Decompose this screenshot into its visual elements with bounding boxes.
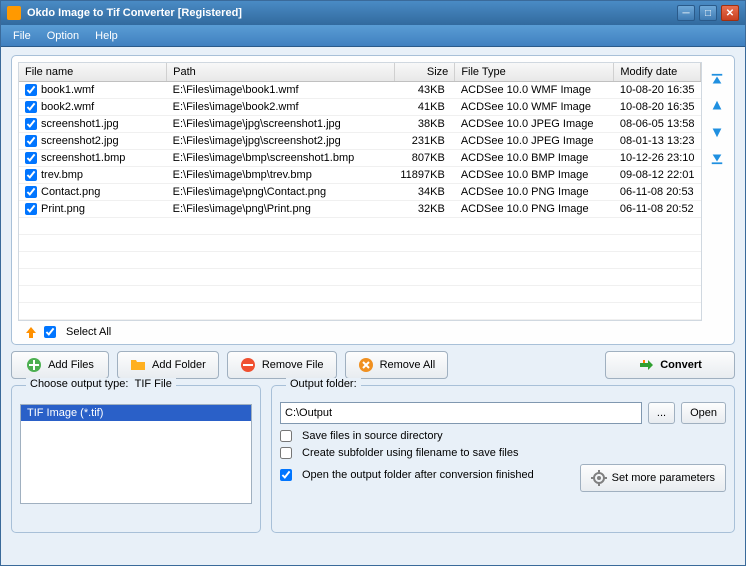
set-more-label: Set more parameters — [612, 472, 715, 484]
add-files-button[interactable]: Add Files — [11, 351, 109, 379]
table-row[interactable]: Contact.pngE:\Files\image\png\Contact.pn… — [19, 184, 701, 201]
move-bottom-button[interactable] — [709, 150, 725, 166]
row-checkbox[interactable] — [25, 135, 37, 147]
set-more-parameters-button[interactable]: Set more parameters — [580, 464, 726, 492]
col-header-name[interactable]: File name — [19, 63, 167, 82]
row-checkbox[interactable] — [25, 84, 37, 96]
window-title: Okdo Image to Tif Converter [Registered] — [27, 7, 677, 19]
create-subfolder-checkbox[interactable] — [280, 447, 292, 459]
browse-button[interactable]: ... — [648, 402, 675, 424]
gear-icon — [591, 470, 607, 486]
output-type-panel: Choose output type: TIF File TIF Image (… — [11, 385, 261, 533]
menubar: File Option Help — [1, 25, 745, 47]
add-icon — [26, 357, 42, 373]
convert-icon — [638, 357, 654, 373]
folder-icon — [130, 357, 146, 373]
select-all-checkbox[interactable] — [44, 326, 56, 338]
col-header-path[interactable]: Path — [167, 63, 395, 82]
reorder-buttons — [706, 62, 728, 321]
col-header-size[interactable]: Size — [394, 63, 454, 82]
remove-icon — [240, 357, 256, 373]
convert-label: Convert — [660, 359, 702, 371]
menu-help[interactable]: Help — [87, 27, 126, 45]
output-type-label: Choose output type: TIF File — [26, 378, 176, 390]
menu-option[interactable]: Option — [39, 27, 87, 45]
col-header-type[interactable]: File Type — [455, 63, 614, 82]
output-type-listbox[interactable]: TIF Image (*.tif) — [20, 404, 252, 504]
file-table[interactable]: File name Path Size File Type Modify dat… — [18, 62, 702, 321]
add-folder-label: Add Folder — [152, 359, 206, 371]
up-arrow-icon — [24, 325, 38, 339]
titlebar: Okdo Image to Tif Converter [Registered]… — [1, 1, 745, 25]
row-checkbox[interactable] — [25, 101, 37, 113]
open-folder-button[interactable]: Open — [681, 402, 726, 424]
row-checkbox[interactable] — [25, 203, 37, 215]
app-icon — [7, 6, 21, 20]
move-top-button[interactable] — [709, 72, 725, 88]
row-checkbox[interactable] — [25, 169, 37, 181]
add-folder-button[interactable]: Add Folder — [117, 351, 219, 379]
open-after-label: Open the output folder after conversion … — [302, 469, 534, 481]
table-row[interactable]: Print.pngE:\Files\image\png\Print.png32K… — [19, 201, 701, 218]
remove-all-icon — [358, 357, 374, 373]
output-folder-input[interactable] — [280, 402, 642, 424]
remove-file-label: Remove File — [262, 359, 324, 371]
save-source-checkbox[interactable] — [280, 430, 292, 442]
remove-file-button[interactable]: Remove File — [227, 351, 337, 379]
table-row[interactable]: screenshot2.jpgE:\Files\image\jpg\screen… — [19, 133, 701, 150]
file-list-panel: File name Path Size File Type Modify dat… — [11, 55, 735, 345]
table-row[interactable]: book1.wmfE:\Files\image\book1.wmf43KBACD… — [19, 82, 701, 99]
menu-file[interactable]: File — [5, 27, 39, 45]
output-folder-panel: Output folder: ... Open Save files in so… — [271, 385, 735, 533]
table-row[interactable]: trev.bmpE:\Files\image\bmp\trev.bmp11897… — [19, 167, 701, 184]
save-source-label: Save files in source directory — [302, 430, 443, 442]
table-row[interactable]: screenshot1.jpgE:\Files\image\jpg\screen… — [19, 116, 701, 133]
create-subfolder-label: Create subfolder using filename to save … — [302, 447, 518, 459]
add-files-label: Add Files — [48, 359, 94, 371]
close-button[interactable]: ✕ — [721, 5, 739, 21]
table-row[interactable]: book2.wmfE:\Files\image\book2.wmf41KBACD… — [19, 99, 701, 116]
bottom-row: Choose output type: TIF File TIF Image (… — [11, 385, 735, 557]
move-up-button[interactable] — [709, 98, 725, 114]
open-after-checkbox[interactable] — [280, 469, 292, 481]
content-area: File name Path Size File Type Modify dat… — [1, 47, 745, 565]
table-row[interactable]: screenshot1.bmpE:\Files\image\bmp\screen… — [19, 150, 701, 167]
col-header-date[interactable]: Modify date — [614, 63, 701, 82]
main-window: Okdo Image to Tif Converter [Registered]… — [0, 0, 746, 566]
row-checkbox[interactable] — [25, 186, 37, 198]
maximize-button[interactable]: □ — [699, 5, 717, 21]
output-folder-label: Output folder: — [286, 378, 361, 390]
action-row: Add Files Add Folder Remove File Remove … — [11, 351, 735, 379]
convert-button[interactable]: Convert — [605, 351, 735, 379]
output-type-option[interactable]: TIF Image (*.tif) — [21, 405, 251, 421]
row-checkbox[interactable] — [25, 118, 37, 130]
remove-all-label: Remove All — [380, 359, 436, 371]
move-down-button[interactable] — [709, 124, 725, 140]
select-all-label: Select All — [66, 326, 111, 338]
remove-all-button[interactable]: Remove All — [345, 351, 449, 379]
row-checkbox[interactable] — [25, 152, 37, 164]
minimize-button[interactable]: ─ — [677, 5, 695, 21]
